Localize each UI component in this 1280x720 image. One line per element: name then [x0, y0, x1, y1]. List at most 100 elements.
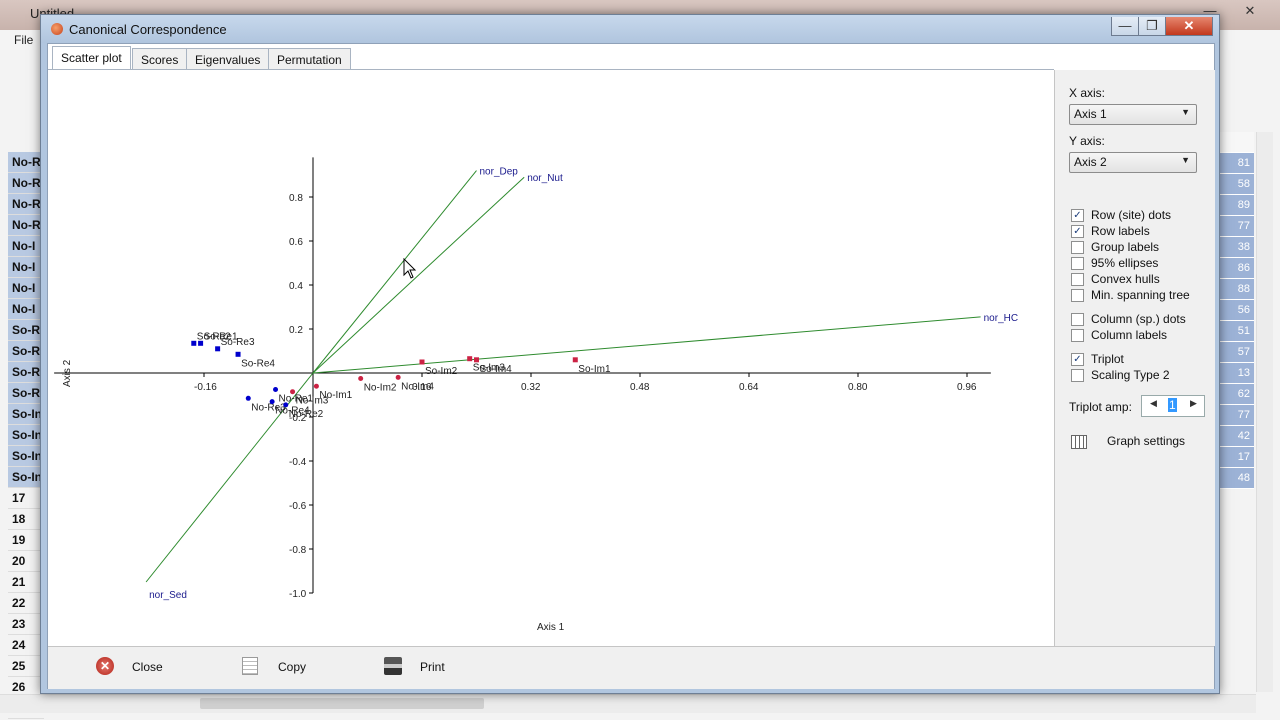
graph-settings-button[interactable]: Graph settings [1107, 434, 1185, 448]
checkbox-unchecked[interactable] [1071, 241, 1084, 254]
background-row-label[interactable]: So-In [8, 446, 44, 467]
background-row-label[interactable]: No-I [8, 257, 44, 278]
background-table-cell[interactable]: 42 [1218, 426, 1254, 447]
maximize-button[interactable]: ❐ [1138, 17, 1166, 36]
checkbox-unchecked[interactable] [1071, 257, 1084, 270]
printer-icon [384, 657, 402, 675]
background-row-label[interactable]: 21 [8, 572, 44, 593]
background-row-label[interactable]: So-R [8, 341, 44, 362]
chevron-left-icon[interactable]: ◀ [1150, 398, 1157, 409]
scatter-plot-area[interactable]: -0.16 0.16 0.32 0.48 0.64 0.80 0.96 0.8 0.6 0.4 0.… [48, 70, 1054, 646]
option-label: Column (sp.) dots [1091, 312, 1186, 326]
background-table-cell[interactable]: 48 [1218, 468, 1254, 489]
chevron-down-icon: ▼ [1181, 155, 1190, 165]
background-table-cell[interactable]: 77 [1218, 405, 1254, 426]
option-label: Scaling Type 2 [1091, 368, 1170, 382]
background-row-label[interactable]: 22 [8, 593, 44, 614]
y-axis-title: Axis 2 [62, 359, 73, 387]
background-row-label[interactable]: No-I [8, 278, 44, 299]
background-table-cell[interactable]: 13 [1218, 363, 1254, 384]
close-window-button[interactable]: ✕ [1165, 17, 1213, 36]
background-table-cell[interactable]: 57 [1218, 342, 1254, 363]
background-row-label[interactable]: 20 [8, 551, 44, 572]
dialog-body: Scatter plot Scores Eigenvalues Permutat… [47, 43, 1215, 689]
checkbox-unchecked[interactable] [1071, 273, 1084, 286]
background-table-cell[interactable]: 88 [1218, 279, 1254, 300]
background-table-cell[interactable]: 81 [1218, 153, 1254, 174]
data-point [273, 387, 279, 392]
data-point [313, 383, 319, 389]
minimize-button[interactable]: — [1111, 17, 1139, 36]
option-label: Row labels [1091, 224, 1150, 238]
background-table-cell[interactable]: 77 [1218, 216, 1254, 237]
point-label: No-Im2 [364, 383, 397, 394]
background-table-cell[interactable]: 89 [1218, 195, 1254, 216]
tab-eigenvalues[interactable]: Eigenvalues [186, 48, 270, 71]
background-row-label[interactable]: No-I [8, 236, 44, 257]
data-point [191, 340, 197, 346]
minimize-icon: — [1118, 18, 1132, 33]
background-table-cell[interactable]: 86 [1218, 258, 1254, 279]
checkbox-unchecked[interactable] [1071, 329, 1084, 342]
background-horizontal-scrollbar[interactable] [0, 694, 1256, 713]
background-row-label[interactable]: 18 [8, 509, 44, 530]
background-row-label[interactable]: No-R [8, 173, 44, 194]
biplot-vector-label: nor_Nut [527, 173, 563, 184]
option-label: Triplot [1091, 352, 1124, 366]
background-table-cell[interactable]: 51 [1218, 321, 1254, 342]
x-axis-select[interactable]: Axis 1 ▼ [1069, 104, 1197, 125]
x-axis-title: Axis 1 [537, 622, 565, 633]
background-table-cell[interactable]: 38 [1218, 237, 1254, 258]
point-label: No-Im3 [296, 396, 329, 407]
checkbox-unchecked[interactable] [1071, 369, 1084, 382]
background-table-cell[interactable]: 56 [1218, 300, 1254, 321]
checkbox-unchecked[interactable] [1071, 289, 1084, 302]
background-row-label[interactable]: So-R [8, 383, 44, 404]
y-tick-label: 0.4 [289, 281, 303, 292]
y-axis-select[interactable]: Axis 2 ▼ [1069, 152, 1197, 173]
background-row-label[interactable]: No-R [8, 152, 44, 173]
background-table-cell[interactable]: 62 [1218, 384, 1254, 405]
background-row-label[interactable]: No-R [8, 194, 44, 215]
background-row-label[interactable]: 19 [8, 530, 44, 551]
background-row-label[interactable]: 25 [8, 656, 44, 677]
chevron-right-icon[interactable]: ▶ [1190, 398, 1197, 409]
background-horizontal-scroll-thumb[interactable] [200, 698, 484, 709]
dialog-titlebar[interactable]: Canonical Correspondence — ❐ ✕ [41, 15, 1219, 43]
background-row-label[interactable]: No-R [8, 215, 44, 236]
graph-settings-icon[interactable] [1071, 435, 1087, 449]
background-row-label[interactable]: So-In [8, 425, 44, 446]
scatter-plot-svg[interactable]: -0.16 0.16 0.32 0.48 0.64 0.80 0.960.80.60.40.… [48, 70, 1054, 646]
checkbox-unchecked[interactable] [1071, 313, 1084, 326]
checkbox-checked[interactable]: ✓ [1071, 225, 1084, 238]
tab-permutation[interactable]: Permutation [268, 48, 351, 71]
background-row-label[interactable]: So-R [8, 320, 44, 341]
triplot-amp-stepper[interactable]: ◀ 1 ▶ [1141, 395, 1205, 417]
point-label: So-Im2 [425, 366, 458, 377]
background-row-label[interactable]: So-In [8, 467, 44, 488]
x-tick-label: 0.64 [739, 382, 759, 393]
background-vertical-scrollbar[interactable] [1256, 132, 1273, 692]
option-label: Column labels [1091, 328, 1168, 342]
background-menu-file[interactable]: File [14, 33, 33, 47]
biplot-vector [312, 316, 981, 374]
background-row-label[interactable]: 24 [8, 635, 44, 656]
background-row-label[interactable]: 17 [8, 488, 44, 509]
checkbox-checked[interactable]: ✓ [1071, 209, 1084, 222]
background-row-label[interactable]: No-I [8, 299, 44, 320]
data-point [419, 359, 425, 365]
background-row-label[interactable]: 23 [8, 614, 44, 635]
background-row-label[interactable]: So-R [8, 362, 44, 383]
background-close-button[interactable]: ✕ [1236, 3, 1264, 19]
dialog-button-bar: ✕ Close Copy Print [48, 646, 1214, 689]
tab-scatter-plot[interactable]: Scatter plot [52, 46, 131, 71]
triplot-amp-value[interactable]: 1 [1168, 398, 1177, 412]
tab-scores[interactable]: Scores [132, 48, 188, 71]
data-point [235, 351, 241, 357]
background-row-label[interactable]: So-In [8, 404, 44, 425]
y-tick-label: 0.8 [289, 193, 303, 204]
checkbox-checked[interactable]: ✓ [1071, 353, 1084, 366]
background-table-cell[interactable]: 58 [1218, 174, 1254, 195]
background-table-cell[interactable]: 17 [1218, 447, 1254, 468]
canonical-correspondence-dialog: Canonical Correspondence — ❐ ✕ Scatter p… [40, 14, 1220, 694]
